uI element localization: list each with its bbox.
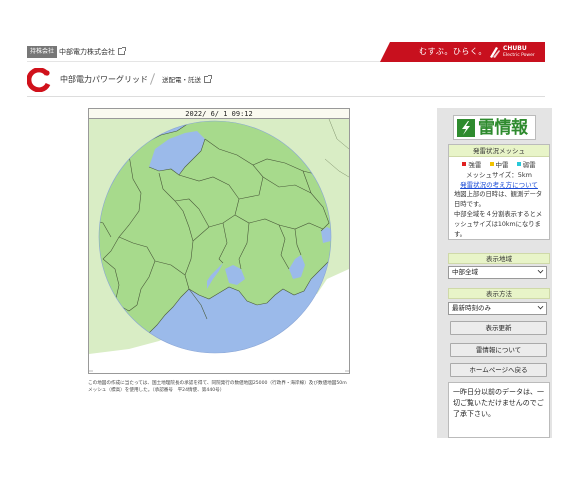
parent-company-label: 中部電力株式会社 — [59, 48, 115, 56]
legend-weak-label: 弱雷 — [522, 161, 536, 169]
external-link-icon — [204, 75, 212, 83]
legend-weak: 弱雷 — [516, 161, 536, 169]
lightning-info-logo: 雷情報 — [453, 115, 536, 140]
observation-datetime: 2022/ 6/ 1 09:12 — [89, 109, 349, 119]
chevron-down-icon — [537, 267, 544, 274]
refresh-button[interactable]: 表示更新 — [450, 321, 547, 335]
chevron-down-icon — [537, 303, 544, 310]
radar-map-svg — [89, 119, 349, 373]
area-section-title: 表示地域 — [448, 253, 550, 264]
parent-company-link[interactable]: 中部電力株式会社 — [59, 46, 126, 58]
breadcrumb-label: 送配電・託送 — [162, 76, 201, 84]
legend-strong-swatch — [462, 162, 467, 166]
header-separator — [149, 73, 156, 85]
mesh-size: メッシュサイズ：5km — [465, 171, 533, 179]
chubu-logo-sub: Electric Power — [503, 53, 535, 58]
chubu-logo-name: CHUBU — [503, 45, 527, 52]
breadcrumb-link[interactable]: 送配電・託送 — [162, 74, 212, 86]
method-select-value: 最新時刻のみ — [452, 304, 491, 312]
about-button[interactable]: 雷情報について — [450, 343, 547, 357]
legend-weak-swatch — [516, 162, 521, 166]
status-title: 発雷状況メッシュ — [449, 145, 549, 157]
holding-company-badge: 持株会社 — [27, 46, 58, 58]
top-bar: 持株会社 中部電力株式会社 むすぶ。ひらく。 CHUBU Electric Po… — [27, 42, 545, 62]
power-grid-logo-icon[interactable] — [27, 68, 51, 92]
chubu-logo-text: CHUBU Electric Power — [503, 45, 535, 59]
site-header: 中部電力パワーグリッド 送配電・託送 — [27, 63, 545, 97]
area-select[interactable]: 中部全域 — [448, 266, 547, 279]
legend-medium-label: 中雷 — [495, 161, 509, 169]
method-select[interactable]: 最新時刻のみ — [448, 302, 547, 315]
howto-link[interactable]: 発雷状況の考え方について — [449, 181, 549, 190]
slogan: むすぶ。ひらく。 — [419, 47, 487, 56]
lightning-map: 2022/ 6/ 1 09:12 — [88, 108, 350, 374]
status-info-box: 発雷状況メッシュ 強雷 中雷 弱雷 メッシュサイズ：5km 発雷状況の考え方につ… — [448, 144, 550, 240]
legend-medium: 中雷 — [489, 161, 509, 169]
map-source-note: この地図の作成に当たっては、国土地理院長の承認を得て、同院発行の数値地図2500… — [88, 381, 347, 393]
chubu-logo-icon — [490, 47, 500, 58]
side-panel: 雷情報 発雷状況メッシュ 強雷 中雷 弱雷 メッシュサイズ：5km 発雷状況の考… — [437, 108, 552, 438]
area-select-value: 中部全域 — [452, 268, 478, 276]
legend-strong: 強雷 — [462, 161, 481, 169]
desc-mesh: 中部全域を４分割表示するとメッシュサイズは10kmになります。 — [454, 211, 543, 238]
logo-title: 雷情報 — [478, 118, 528, 138]
lightning-logo-icon — [457, 119, 475, 137]
legend-strong-label: 強雷 — [468, 161, 482, 169]
home-button[interactable]: ホームページへ戻る — [450, 363, 547, 377]
external-link-icon — [118, 47, 126, 55]
desc-datetime: 地図上部の日時は、観測データ日時です。 — [454, 191, 543, 208]
brand-name[interactable]: 中部電力パワーグリッド — [60, 74, 148, 86]
legend: 強雷 中雷 弱雷 — [449, 161, 549, 170]
legend-medium-swatch — [489, 162, 494, 166]
method-section-title: 表示方法 — [448, 288, 550, 299]
retention-notice: 一昨日分以前のデータは、一切ご覧いただけませんのでご了承下さい。 — [448, 382, 550, 438]
